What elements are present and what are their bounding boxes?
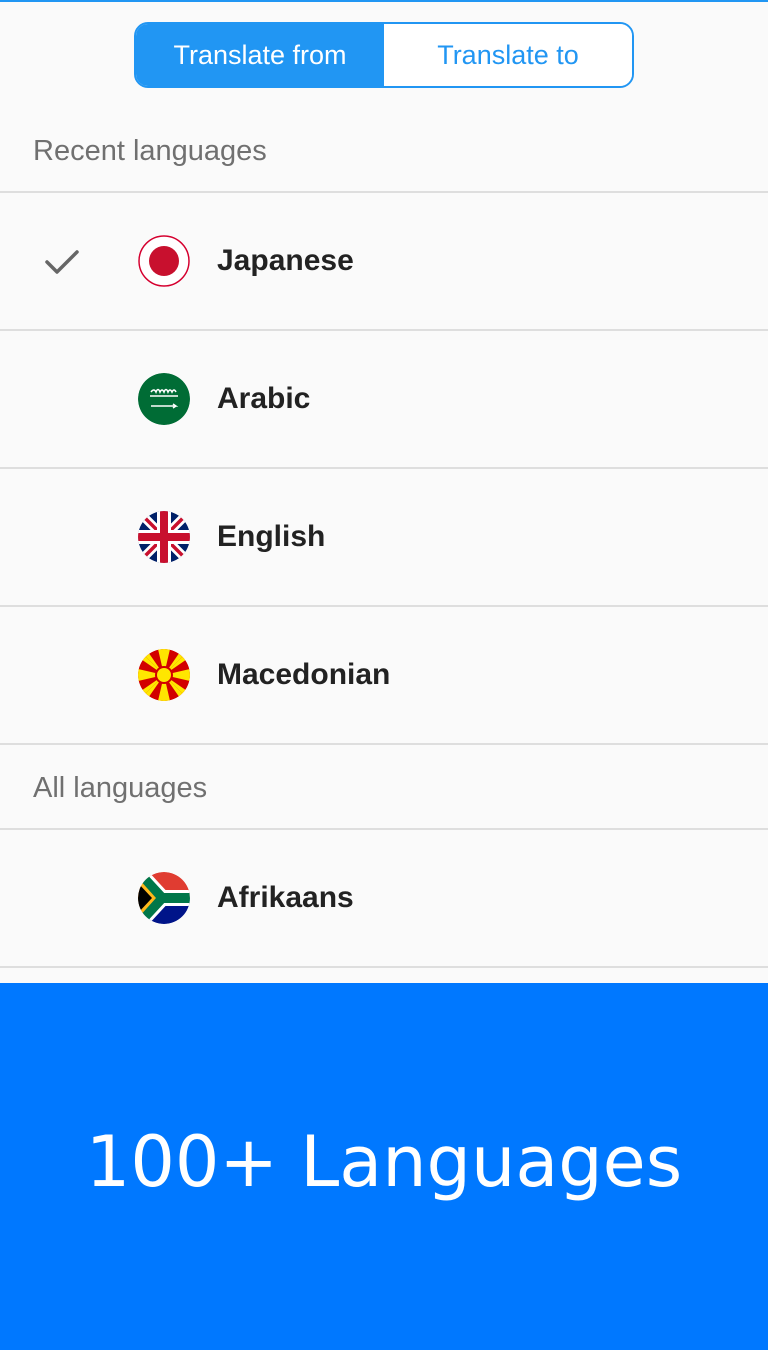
top-accent-line xyxy=(0,0,768,2)
language-name: Afrikaans xyxy=(217,881,354,914)
language-name: Macedonian xyxy=(217,658,391,691)
translate-direction-toggle: Translate from Translate to xyxy=(134,22,634,88)
all-languages-header: All languages xyxy=(33,771,208,804)
recent-languages-header: Recent languages xyxy=(33,134,267,167)
south-africa-flag-icon xyxy=(138,872,190,924)
language-name: English xyxy=(217,520,326,553)
language-row-arabic[interactable]: Arabic xyxy=(0,331,768,467)
language-name: Arabic xyxy=(217,382,311,415)
checkmark-icon xyxy=(45,250,79,274)
japan-flag-icon xyxy=(138,235,190,287)
saudi-arabia-flag-icon xyxy=(138,373,190,425)
language-row-macedonian[interactable]: Macedonian xyxy=(0,607,768,743)
language-name: Japanese xyxy=(217,244,354,277)
language-row-japanese[interactable]: Japanese xyxy=(0,193,768,329)
promo-title: 100+ Languages xyxy=(85,1120,683,1203)
promo-banner: 100+ Languages xyxy=(0,983,768,1350)
divider xyxy=(0,966,768,968)
macedonia-flag-icon xyxy=(138,649,190,701)
divider xyxy=(0,743,768,745)
tab-translate-from[interactable]: Translate from xyxy=(136,24,384,86)
language-row-afrikaans[interactable]: Afrikaans xyxy=(0,830,768,966)
uk-flag-icon xyxy=(138,511,190,563)
language-row-english[interactable]: English xyxy=(0,469,768,605)
tab-translate-to[interactable]: Translate to xyxy=(384,24,632,86)
